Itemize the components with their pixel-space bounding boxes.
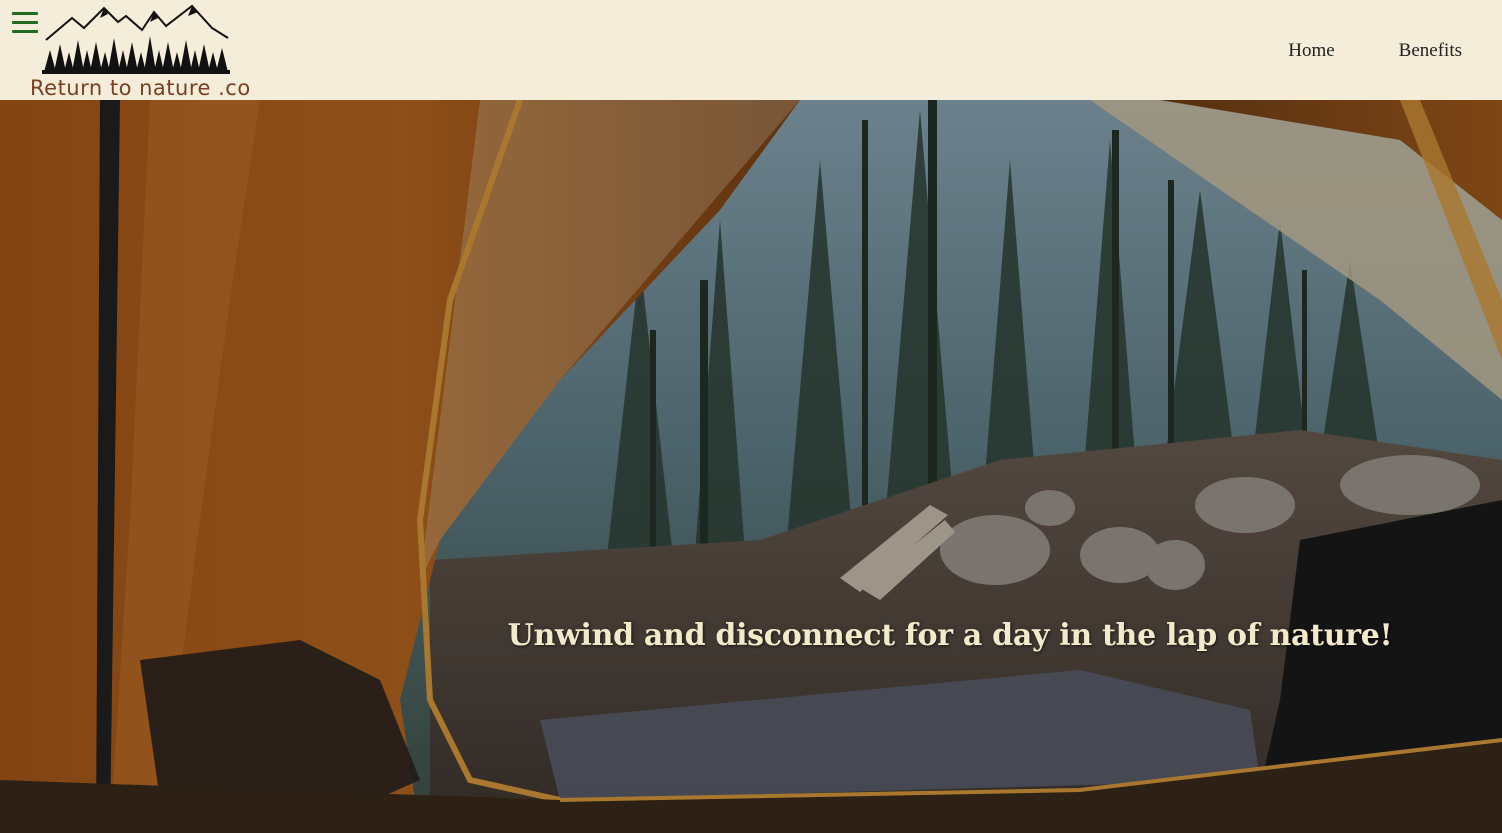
nav-link-benefits[interactable]: Benefits [1399,40,1462,62]
site-header: Return to nature .co Home Benefits [0,0,1502,100]
hero-banner: Unwind and disconnect for a day in the l… [0,100,1502,833]
main-nav: Home Benefits [1288,40,1462,62]
mountain-forest-logo-icon [42,4,230,74]
logo-text: Return to nature .co [30,76,251,100]
hero-tagline: Unwind and disconnect for a day in the l… [507,618,1393,653]
site-logo[interactable]: Return to nature .co [28,4,250,100]
hero-background-image [0,100,1502,833]
nav-link-home[interactable]: Home [1288,40,1334,62]
